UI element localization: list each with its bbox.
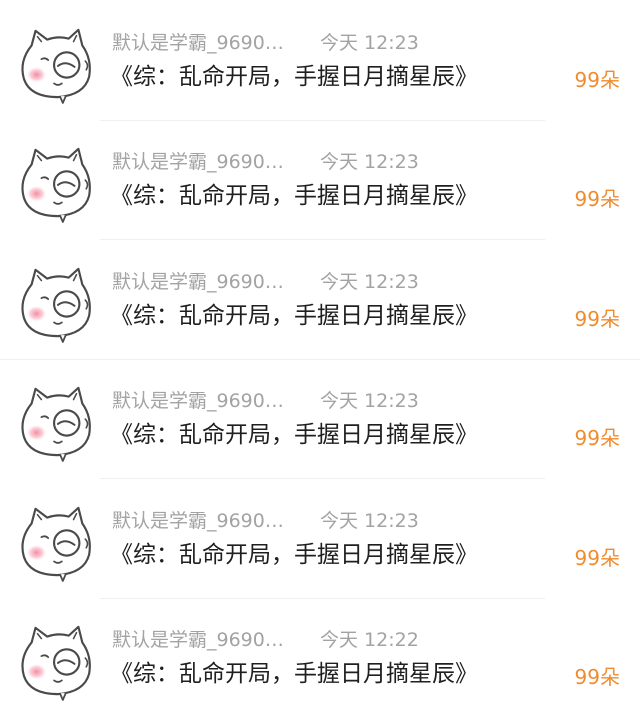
- cartoon-cat-avatar-icon[interactable]: [17, 619, 95, 701]
- flower-count: 99朵: [574, 307, 620, 331]
- username[interactable]: 默认是学霸_9690…: [112, 631, 284, 650]
- timestamp: 今天 12:23: [320, 510, 419, 532]
- book-title[interactable]: 《综：乱命开局，手握日月摘星辰》: [110, 544, 478, 567]
- flower-count: 99朵: [574, 68, 620, 92]
- cartoon-cat-avatar-icon[interactable]: [17, 22, 95, 104]
- list-item[interactable]: 默认是学霸_9690… 今天 12:23 《综：乱命开局，手握日月摘星辰》 99…: [0, 358, 640, 479]
- timestamp: 今天 12:23: [320, 32, 419, 54]
- book-title[interactable]: 《综：乱命开局，手握日月摘星辰》: [110, 305, 478, 328]
- username[interactable]: 默认是学霸_9690…: [112, 153, 284, 172]
- book-title[interactable]: 《综：乱命开局，手握日月摘星辰》: [110, 424, 478, 447]
- list-item[interactable]: 默认是学霸_9690… 今天 12:23 《综：乱命开局，手握日月摘星辰》 99…: [0, 478, 640, 599]
- book-title[interactable]: 《综：乱命开局，手握日月摘星辰》: [110, 185, 478, 208]
- timestamp: 今天 12:23: [320, 390, 419, 412]
- timestamp: 今天 12:23: [320, 271, 419, 293]
- list-item[interactable]: 默认是学霸_9690… 今天 12:23 《综：乱命开局，手握日月摘星辰》 99…: [0, 0, 640, 121]
- book-title[interactable]: 《综：乱命开局，手握日月摘星辰》: [110, 66, 478, 89]
- flower-count: 99朵: [574, 665, 620, 689]
- cartoon-cat-avatar-icon[interactable]: [17, 261, 95, 343]
- username[interactable]: 默认是学霸_9690…: [112, 392, 284, 411]
- list-item[interactable]: 默认是学霸_9690… 今天 12:23 《综：乱命开局，手握日月摘星辰》 99…: [0, 119, 640, 240]
- message-list: 默认是学霸_9690… 今天 12:23 《综：乱命开局，手握日月摘星辰》 99…: [0, 0, 640, 716]
- list-item[interactable]: 默认是学霸_9690… 今天 12:23 《综：乱命开局，手握日月摘星辰》 99…: [0, 239, 640, 360]
- username[interactable]: 默认是学霸_9690…: [112, 34, 284, 53]
- cartoon-cat-avatar-icon[interactable]: [17, 380, 95, 462]
- timestamp: 今天 12:23: [320, 151, 419, 173]
- cartoon-cat-avatar-icon[interactable]: [17, 141, 95, 223]
- username[interactable]: 默认是学霸_9690…: [112, 512, 284, 531]
- cartoon-cat-avatar-icon[interactable]: [17, 500, 95, 582]
- flower-count: 99朵: [574, 546, 620, 570]
- flower-count: 99朵: [574, 187, 620, 211]
- flower-count: 99朵: [574, 426, 620, 450]
- list-item[interactable]: 默认是学霸_9690… 今天 12:22 《综：乱命开局，手握日月摘星辰》 99…: [0, 597, 640, 716]
- timestamp: 今天 12:22: [320, 629, 419, 651]
- username[interactable]: 默认是学霸_9690…: [112, 273, 284, 292]
- book-title[interactable]: 《综：乱命开局，手握日月摘星辰》: [110, 663, 478, 686]
